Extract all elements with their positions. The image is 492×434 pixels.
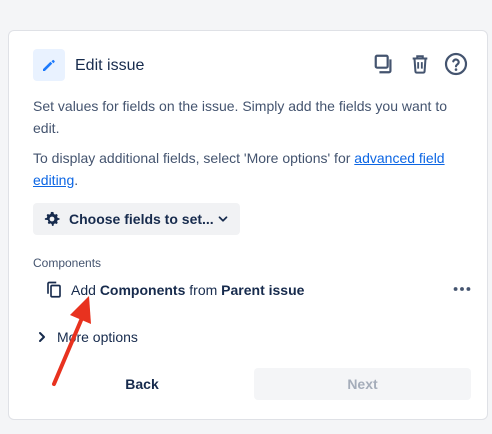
edit-issue-panel: Edit issue Set values for fields on the … (8, 30, 488, 420)
choose-fields-label: Choose fields to set... (69, 211, 214, 227)
copy-field-icon (45, 280, 63, 300)
more-options-label: More options (57, 329, 138, 345)
advanced-editing-note: To display additional fields, select 'Mo… (33, 147, 463, 191)
back-button[interactable]: Back (49, 368, 235, 400)
help-icon[interactable] (443, 51, 469, 77)
copy-icon[interactable] (371, 51, 397, 77)
chevron-down-icon (216, 212, 230, 226)
rule-field-name: Components (99, 282, 186, 298)
choose-fields-button[interactable]: Choose fields to set... (33, 203, 240, 235)
panel-header: Edit issue (33, 49, 469, 83)
next-button[interactable]: Next (254, 368, 471, 400)
components-section-label: Components (33, 256, 102, 270)
rule-from-word: from (189, 282, 218, 298)
trash-icon[interactable] (407, 51, 433, 77)
more-actions-icon[interactable] (451, 278, 473, 300)
pencil-icon (33, 49, 65, 81)
components-rule-row[interactable]: Add Components from Parent issue (33, 277, 473, 303)
rule-source-name: Parent issue (221, 282, 305, 298)
page-title: Edit issue (75, 57, 145, 74)
gear-icon (43, 210, 61, 228)
more-options-toggle[interactable]: More options (37, 329, 138, 345)
note-prefix: To display additional fields, select 'Mo… (33, 150, 355, 166)
chevron-right-icon (37, 331, 47, 343)
note-suffix: . (74, 172, 79, 188)
rule-add-word: Add (71, 282, 96, 298)
description-text: Set values for fields on the issue. Simp… (33, 98, 448, 136)
